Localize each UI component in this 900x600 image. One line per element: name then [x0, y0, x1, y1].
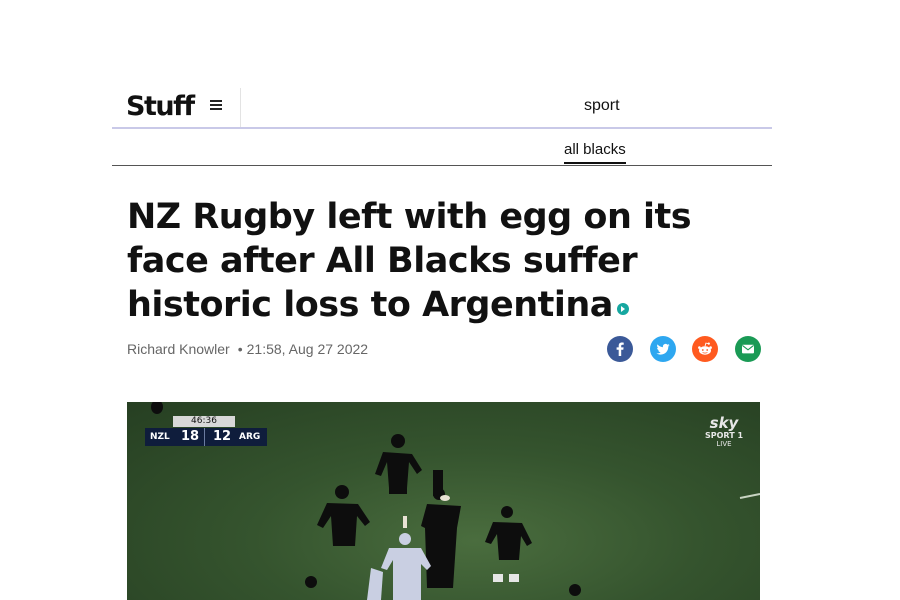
live-indicator: LIVE	[716, 440, 732, 448]
broadcaster-logo: sky SPORT 1 LIVE	[696, 414, 752, 449]
site-header: Stuff sport	[112, 88, 772, 129]
site-logo[interactable]: Stuff	[126, 90, 195, 124]
twitter-icon	[656, 343, 670, 355]
article-headline: NZ Rugby left with egg on its face after…	[127, 195, 727, 327]
score-divider	[204, 428, 205, 446]
section-link-sport[interactable]: sport	[584, 97, 620, 115]
sub-navigation: all blacks	[112, 140, 772, 167]
header-rule	[112, 127, 772, 129]
byline-separator: •	[237, 341, 243, 357]
headline-text: NZ Rugby left with egg on its face after…	[127, 197, 692, 325]
broadcaster-channel: SPORT 1	[704, 431, 744, 440]
away-team: ARG	[239, 432, 261, 442]
author-name[interactable]: Richard Knowler	[127, 341, 230, 357]
header-divider	[240, 88, 241, 128]
match-clock: 46:36	[173, 416, 235, 427]
reddit-share-button[interactable]	[692, 336, 718, 362]
subnav-rule	[112, 165, 772, 166]
facebook-icon	[616, 342, 624, 356]
hamburger-menu-icon[interactable]	[208, 96, 226, 114]
away-score: 12	[213, 429, 232, 444]
video-player[interactable]: 46:36 NZL 18 12 ARG sky SPORT 1 LIVE	[127, 402, 760, 600]
reddit-icon	[698, 342, 712, 355]
home-team: NZL	[150, 432, 170, 442]
email-icon	[742, 344, 754, 354]
article-byline: Richard Knowler • 21:58, Aug 27 2022	[127, 341, 368, 357]
play-dot-icon	[616, 303, 629, 315]
scoreline: NZL 18 12 ARG	[145, 428, 267, 446]
subnav-item-all-blacks[interactable]: all blacks	[564, 141, 626, 164]
email-share-button[interactable]	[735, 336, 761, 362]
home-score: 18	[181, 429, 200, 444]
twitter-share-button[interactable]	[650, 336, 676, 362]
facebook-share-button[interactable]	[607, 336, 633, 362]
publish-timestamp: 21:58, Aug 27 2022	[246, 341, 369, 357]
broadcaster-brand: sky	[709, 414, 739, 432]
